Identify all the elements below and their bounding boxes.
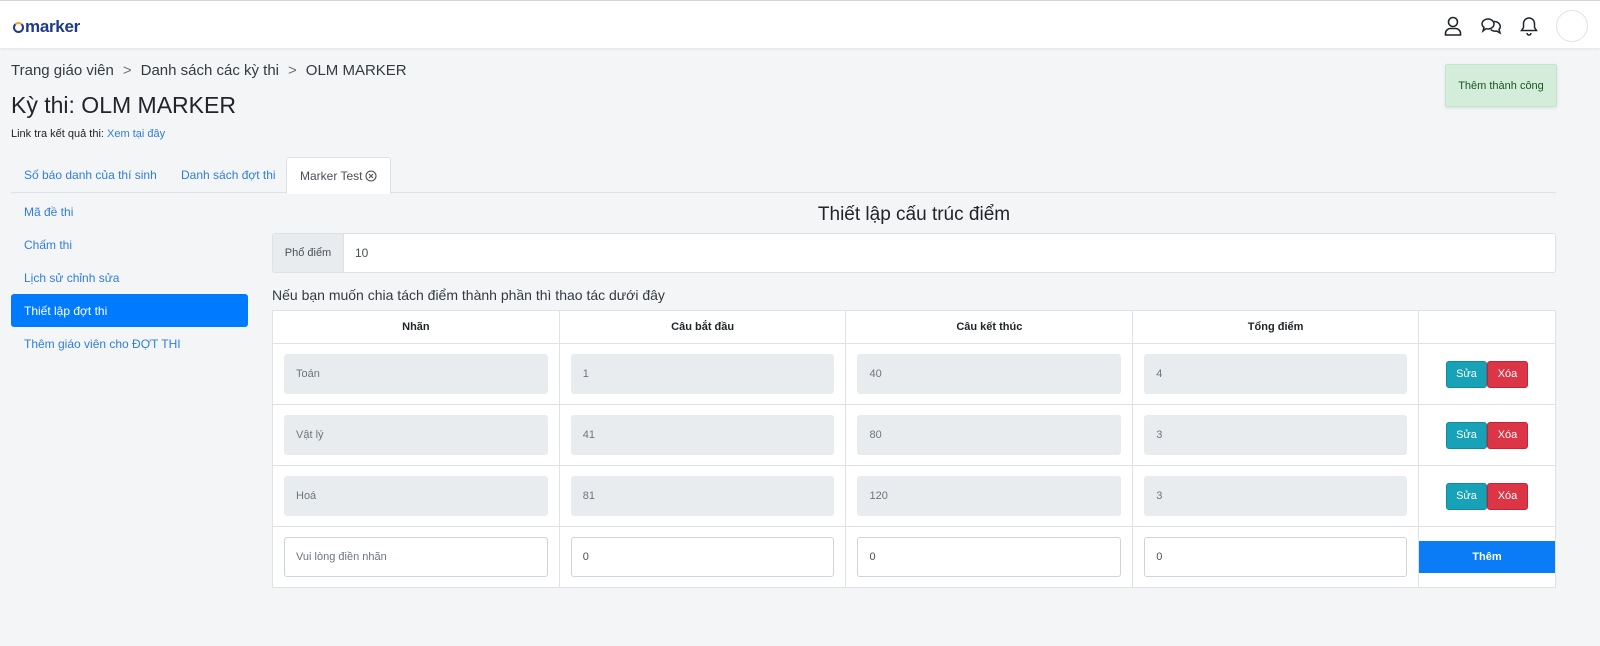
- delete-button[interactable]: Xóa: [1486, 421, 1528, 449]
- tab-label: Danh sách đợt thi: [181, 168, 276, 182]
- edit-button[interactable]: Sửa: [1445, 360, 1487, 388]
- tab-label: Số báo danh của thí sinh: [24, 168, 157, 182]
- row-actions: Sửa Xóa: [1419, 482, 1555, 510]
- sidebar: Mã đề thi Chấm thi Lịch sử chỉnh sửa Thi…: [11, 195, 248, 360]
- score-input[interactable]: 10: [344, 234, 1555, 272]
- close-tab-icon[interactable]: [365, 169, 378, 182]
- top-icons: [1426, 10, 1588, 42]
- user-icon[interactable]: [1442, 15, 1464, 37]
- start-question-field: 41: [570, 415, 835, 455]
- new-row: Vui lòng điền nhãn 0 0 0 Thêm: [272, 526, 1557, 588]
- add-button[interactable]: Thêm: [1418, 541, 1555, 573]
- tab-bar: Số báo danh của thí sinh Danh sách đợt t…: [11, 157, 1556, 194]
- new-label-input[interactable]: Vui lòng điền nhãn: [284, 537, 548, 577]
- result-link[interactable]: Xem tại đây: [107, 128, 165, 140]
- result-link-row: Link tra kết quả thi: Xem tại đây: [11, 128, 165, 140]
- delete-button[interactable]: Xóa: [1486, 482, 1528, 510]
- logo-mark-icon: [13, 21, 24, 33]
- label-field: Toán: [284, 354, 548, 394]
- new-end-input[interactable]: 0: [857, 537, 1122, 577]
- logo-text: marker: [25, 17, 80, 36]
- column-header: Nhãn: [272, 310, 560, 344]
- result-link-label: Link tra kết quả thi:: [11, 128, 104, 140]
- section-title: Thiết lập cấu trúc điểm: [817, 204, 1011, 225]
- bell-icon[interactable]: [1518, 15, 1540, 37]
- tab-label: Marker Test: [300, 168, 363, 183]
- score-structure-table: Nhãn Câu bắt đầu Câu kết thúc Tổng điểm …: [272, 310, 1557, 588]
- table-row: Vật lý 41 80 3 Sửa Xóa: [272, 404, 1557, 466]
- end-question-field: 80: [857, 415, 1122, 455]
- end-question-field: 40: [857, 354, 1122, 394]
- page-title: Kỳ thi: OLM MARKER: [11, 92, 236, 118]
- table-row: Hoá 81 120 3 Sửa Xóa: [272, 465, 1557, 527]
- breadcrumb-item-exam-list[interactable]: Danh sách các kỳ thi: [141, 62, 279, 79]
- main-content: Thiết lập cấu trúc điểm Phổ điểm 10 Nếu …: [272, 200, 1557, 588]
- breadcrumb-separator: >: [122, 62, 132, 79]
- end-question-field: 120: [857, 476, 1122, 516]
- new-total-input[interactable]: 0: [1144, 537, 1407, 577]
- edit-button[interactable]: Sửa: [1445, 421, 1487, 449]
- score-label: Phổ điểm: [273, 234, 344, 272]
- tab-student-ids[interactable]: Số báo danh của thí sinh: [11, 157, 170, 193]
- total-score-field: 3: [1144, 415, 1407, 455]
- sidebar-item-session-settings[interactable]: Thiết lập đợt thi: [11, 294, 248, 327]
- breadcrumb-item-teacher-home[interactable]: Trang giáo viên: [11, 62, 114, 79]
- start-question-field: 81: [570, 476, 835, 516]
- breadcrumb-item-current: OLM MARKER: [305, 62, 407, 79]
- success-toast: Thêm thành công: [1445, 64, 1557, 107]
- start-question-field: 1: [570, 354, 835, 394]
- score-input-group: Phổ điểm 10: [272, 233, 1556, 273]
- column-header: Câu kết thúc: [845, 310, 1134, 344]
- avatar[interactable]: [1556, 10, 1588, 42]
- label-field: Vật lý: [284, 415, 548, 455]
- column-header: Tổng điểm: [1132, 310, 1419, 344]
- sidebar-item-grading[interactable]: Chấm thi: [11, 228, 248, 261]
- edit-button[interactable]: Sửa: [1445, 482, 1487, 510]
- breadcrumb-separator: >: [288, 62, 297, 79]
- tab-exam-sessions[interactable]: Danh sách đợt thi: [168, 157, 289, 193]
- sidebar-item-exam-codes[interactable]: Mã đề thi: [11, 195, 248, 228]
- label-field: Hoá: [284, 476, 548, 516]
- new-start-input[interactable]: 0: [570, 537, 835, 577]
- column-header: Câu bắt đầu: [558, 310, 847, 344]
- table-row: Toán 1 40 4 Sửa Xóa: [272, 343, 1557, 405]
- sidebar-item-edit-history[interactable]: Lịch sử chỉnh sửa: [11, 261, 248, 294]
- row-actions: Sửa Xóa: [1419, 360, 1555, 388]
- row-actions: Sửa Xóa: [1419, 421, 1555, 449]
- total-score-field: 4: [1144, 354, 1407, 394]
- sidebar-item-add-teacher[interactable]: Thêm giáo viên cho ĐỢT THI: [11, 327, 248, 360]
- tab-marker-test[interactable]: Marker Test: [286, 157, 392, 194]
- logo[interactable]: marker: [13, 17, 80, 37]
- delete-button[interactable]: Xóa: [1486, 360, 1528, 388]
- chat-icon[interactable]: [1480, 15, 1502, 37]
- breadcrumb: Trang giáo viên > Danh sách các kỳ thi >…: [11, 62, 407, 79]
- column-header: [1417, 310, 1557, 344]
- total-score-field: 3: [1144, 476, 1407, 516]
- split-hint: Nếu bạn muốn chia tách điểm thành phần t…: [272, 287, 665, 303]
- top-navbar: marker: [0, 0, 1600, 48]
